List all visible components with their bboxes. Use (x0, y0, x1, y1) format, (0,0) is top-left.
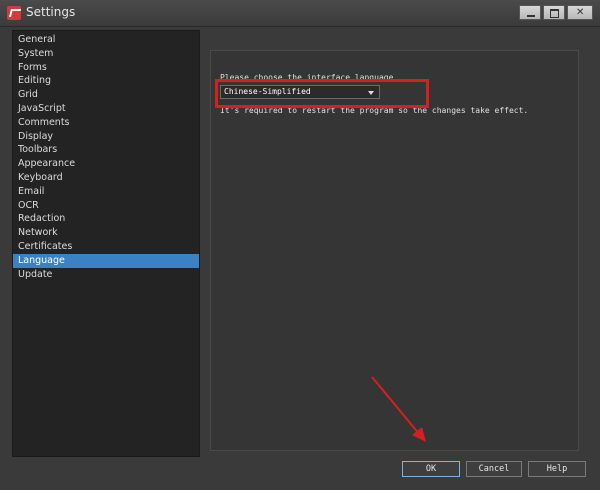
close-button[interactable]: ✕ (567, 5, 593, 20)
help-button[interactable]: Help (528, 461, 586, 477)
sidebar-item-comments[interactable]: Comments (13, 116, 199, 130)
app-logo-icon (7, 6, 21, 20)
restore-button[interactable] (543, 5, 565, 20)
sidebar-item-update[interactable]: Update (13, 268, 199, 282)
sidebar-item-forms[interactable]: Forms (13, 61, 199, 75)
sidebar-item-system[interactable]: System (13, 47, 199, 61)
sidebar-item-javascript[interactable]: JavaScript (13, 102, 199, 116)
minimize-icon (527, 15, 535, 17)
window-title: Settings (26, 5, 76, 19)
sidebar-item-editing[interactable]: Editing (13, 74, 199, 88)
sidebar-item-certificates[interactable]: Certificates (13, 240, 199, 254)
sidebar-item-general[interactable]: General (13, 33, 199, 47)
ok-button[interactable]: OK (402, 461, 460, 477)
sidebar-item-display[interactable]: Display (13, 130, 199, 144)
settings-window: Settings ✕ General System Forms Editing Grid… (0, 0, 600, 490)
arrow-annotation-icon (371, 376, 426, 442)
window-controls: ✕ (519, 5, 593, 20)
sidebar-item-keyboard[interactable]: Keyboard (13, 171, 199, 185)
sidebar-item-email[interactable]: Email (13, 185, 199, 199)
sidebar-item-grid[interactable]: Grid (13, 88, 199, 102)
cancel-button[interactable]: Cancel (466, 461, 522, 477)
sidebar-item-appearance[interactable]: Appearance (13, 157, 199, 171)
restore-icon (550, 9, 559, 18)
sidebar-item-language[interactable]: Language (13, 253, 199, 268)
sidebar-item-network[interactable]: Network (13, 226, 199, 240)
sidebar-item-ocr[interactable]: OCR (13, 199, 199, 213)
highlight-annotation-box (215, 79, 429, 108)
close-icon: ✕ (576, 7, 585, 18)
settings-category-list: General System Forms Editing Grid JavaScript C… (12, 30, 200, 457)
title-bar: Settings ✕ (0, 0, 600, 27)
minimize-button[interactable] (519, 5, 541, 20)
sidebar-item-redaction[interactable]: Redaction (13, 212, 199, 226)
sidebar-item-toolbars[interactable]: Toolbars (13, 143, 199, 157)
sidebar-list: General System Forms Editing Grid JavaScript C… (13, 31, 199, 281)
